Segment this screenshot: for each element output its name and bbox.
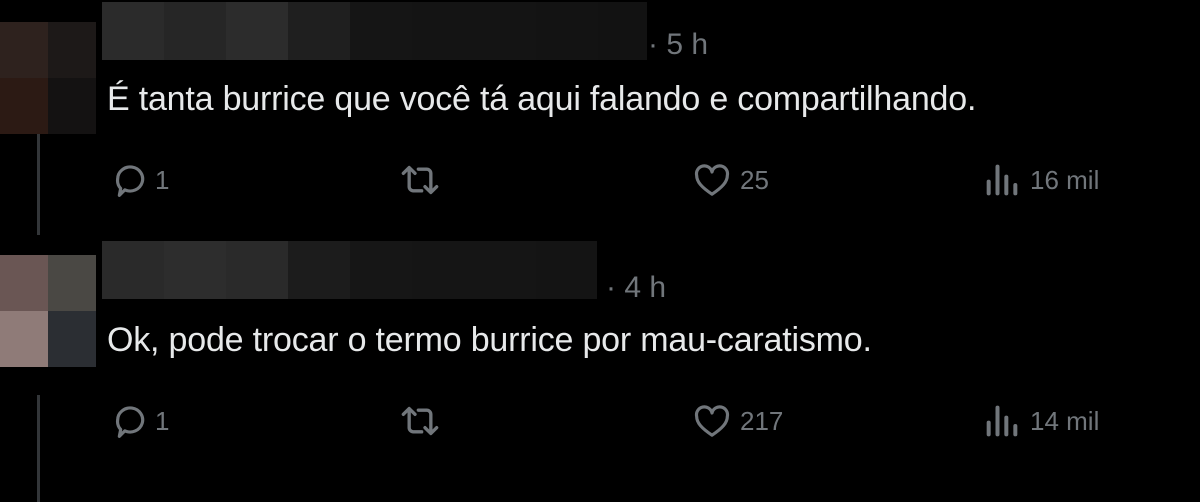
like-count: 25 [740,164,769,195]
retweet-button[interactable] [398,401,450,441]
reply-button[interactable]: 1 [111,160,169,200]
tweet-text: Ok, pode trocar o termo burrice por mau-… [107,321,872,359]
like-button[interactable]: 25 [692,160,769,200]
views-icon [986,405,1018,437]
like-button[interactable]: 217 [692,401,783,441]
reply-count: 1 [155,405,170,436]
avatar[interactable] [0,22,96,134]
tweet-2[interactable]: · 4 h Ok, pode trocar o termo burrice po… [0,235,1200,502]
views-count: 14 mil [1030,405,1100,436]
timestamp[interactable]: · 4 h [606,271,666,305]
tweet-text: É tanta burrice que você tá aqui falando… [107,80,977,118]
username-blurred[interactable] [102,241,597,299]
retweet-icon [401,406,439,436]
like-count: 217 [740,405,784,436]
reply-icon [116,165,145,197]
heart-icon [694,164,730,196]
views-icon [986,164,1018,196]
action-bar: 1 217 14 mil [0,401,1200,441]
views-button[interactable]: 16 mil [982,160,1099,200]
username-blurred[interactable] [102,2,647,60]
views-count: 16 mil [1030,164,1100,195]
retweet-button[interactable] [398,160,450,200]
retweet-icon [401,165,439,195]
action-bar: 1 25 16 mil [0,160,1200,200]
avatar[interactable] [0,255,96,367]
views-button[interactable]: 14 mil [982,401,1099,441]
heart-icon [694,405,730,437]
timestamp[interactable]: · 5 h [648,28,708,62]
reply-button[interactable]: 1 [111,401,169,441]
tweet-1[interactable]: · 5 h É tanta burrice que você tá aqui f… [0,0,1200,235]
reply-icon [116,406,145,438]
reply-count: 1 [155,164,170,195]
